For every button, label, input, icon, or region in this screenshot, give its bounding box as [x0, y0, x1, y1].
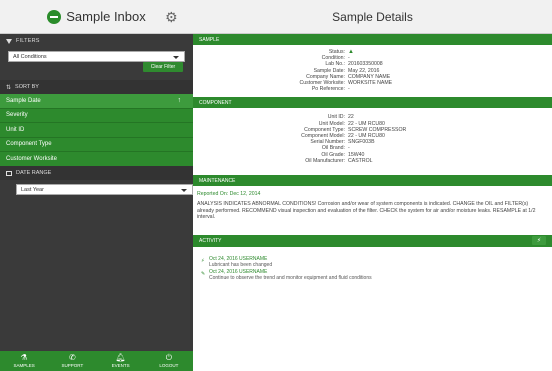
filters-label: FILTERS — [16, 38, 40, 44]
flask-icon: ⚗ — [20, 353, 28, 362]
sort-item-sample-date[interactable]: Sample Date ↑ — [0, 94, 193, 109]
sort-item-customer-worksite[interactable]: Customer Worksite — [0, 152, 193, 167]
details-title: Sample Details — [332, 9, 413, 24]
lightning-icon: ⚡ — [201, 257, 205, 264]
sort-icon: ⇅ — [6, 84, 12, 91]
arrow-up-icon: ↑ — [177, 97, 182, 104]
kv-value: CASTROL — [348, 157, 373, 164]
filters-header: FILTERS — [0, 34, 193, 48]
activity-list: ⚡ Oct 24, 2016 USERNAME Lubricant has be… — [193, 247, 552, 282]
kv-key: Po Reference: — [311, 86, 345, 93]
chevron-down-icon — [173, 56, 179, 59]
sort-header: ⇅ SORT BY — [0, 80, 193, 94]
sort-list: Sample Date ↑ Severity Unit ID Component… — [0, 94, 193, 167]
date-range-value: Last Year — [21, 186, 44, 193]
kv-row: Oil Manufacturer: CASTROL — [193, 158, 552, 164]
nav-label: SUPPORT — [61, 363, 84, 368]
sort-item-component-type[interactable]: Component Type — [0, 137, 193, 152]
nav-logout[interactable]: ⏻ LOGOUT — [145, 351, 193, 371]
kv-row: Po Reference: - — [193, 86, 552, 92]
kv-value: - — [348, 86, 350, 93]
phone-icon: ✆ — [69, 353, 76, 362]
section-label: COMPONENT — [199, 99, 232, 106]
activity-entry: ✎ Oct 24, 2016 USERNAME Continue to obse… — [193, 269, 552, 282]
inbox-header: Sample Inbox ⚙ — [0, 0, 193, 34]
activity-entry: ⚡ Oct 24, 2016 USERNAME Lubricant has be… — [193, 256, 552, 269]
section-label: MAINTENANCE — [199, 177, 236, 184]
sort-item-label: Component Type — [6, 141, 52, 148]
section-label: ACTIVITY — [199, 237, 222, 244]
sample-details: Status: ▲ Condition: - Lab No.: 20160335000… — [193, 45, 552, 97]
sort-item-severity[interactable]: Severity — [0, 108, 193, 123]
activity-section-header: ACTIVITY ⚡ — [193, 234, 552, 247]
gear-icon[interactable]: ⚙ — [165, 10, 179, 24]
add-activity-button[interactable]: ⚡ — [532, 235, 546, 245]
component-details: Unit ID: 22 Unit Model: 22 - UM RCU80 Comp… — [193, 108, 552, 175]
inbox-title: Sample Inbox — [66, 9, 146, 24]
conditions-value: All Conditions — [13, 53, 47, 60]
nav-events[interactable]: 🔔︎ EVENTS — [97, 351, 145, 371]
sort-item-label: Sample Date — [6, 97, 41, 104]
nav-samples[interactable]: ⚗ SAMPLES — [0, 351, 48, 371]
sort-item-label: Unit ID — [6, 126, 25, 133]
details-panel: Sample Details SAMPLE Status: ▲ Condition… — [193, 0, 552, 371]
component-section-header: COMPONENT — [193, 97, 552, 109]
nav-label: LOGOUT — [159, 363, 179, 368]
nav-label: SAMPLES — [13, 363, 35, 368]
nav-support[interactable]: ✆ SUPPORT — [48, 351, 96, 371]
conditions-select[interactable]: All Conditions — [8, 51, 185, 62]
filter-icon — [6, 38, 12, 44]
filter-panel: Sample Inbox ⚙ FILTERS All Conditions Cl… — [0, 0, 193, 371]
maintenance-recommendation: ANALYSIS INDICATES ABNORMAL CONDITIONS! … — [193, 197, 552, 235]
sort-item-unit-id[interactable]: Unit ID — [0, 123, 193, 138]
maintenance-reported-on: Reported On: Dec 12, 2014 — [197, 191, 261, 198]
maintenance-line: ANALYSIS INDICATES ABNORMAL CONDITIONS! … — [197, 201, 529, 208]
bell-icon: 🔔︎ — [115, 353, 126, 362]
details-header: Sample Details — [193, 0, 552, 34]
sort-item-label: Customer Worksite — [6, 155, 57, 162]
date-range-header: DATE RANGE — [0, 166, 193, 180]
sort-item-label: Severity — [6, 112, 28, 119]
maintenance-section-header: MAINTENANCE — [193, 175, 552, 187]
clear-filter-button[interactable]: Clear Filter — [143, 62, 183, 72]
sort-label: SORT BY — [15, 84, 39, 90]
chevron-down-icon — [181, 189, 187, 192]
section-label: SAMPLE — [199, 36, 220, 43]
power-icon: ⏻ — [165, 353, 173, 362]
calendar-icon — [6, 170, 12, 176]
activity-text: Continue to observe the trend and monito… — [209, 275, 372, 282]
maintenance-line: interval. — [197, 214, 216, 221]
kv-key: Oil Manufacturer: — [305, 157, 345, 164]
inbox-title-group: Sample Inbox — [47, 9, 146, 24]
bottom-nav: ⚗ SAMPLES ✆ SUPPORT 🔔︎ EVENTS ⏻ LOGOUT — [0, 351, 193, 371]
date-range-label: DATE RANGE — [16, 170, 52, 176]
inbox-icon — [47, 9, 62, 24]
sample-section-header: SAMPLE — [193, 34, 552, 45]
date-range-select[interactable]: Last Year — [16, 184, 193, 195]
maintenance-line: already performed. RECOMMEND visual insp… — [197, 207, 536, 214]
comment-icon: ✎ — [201, 270, 206, 277]
nav-label: EVENTS — [111, 363, 130, 368]
